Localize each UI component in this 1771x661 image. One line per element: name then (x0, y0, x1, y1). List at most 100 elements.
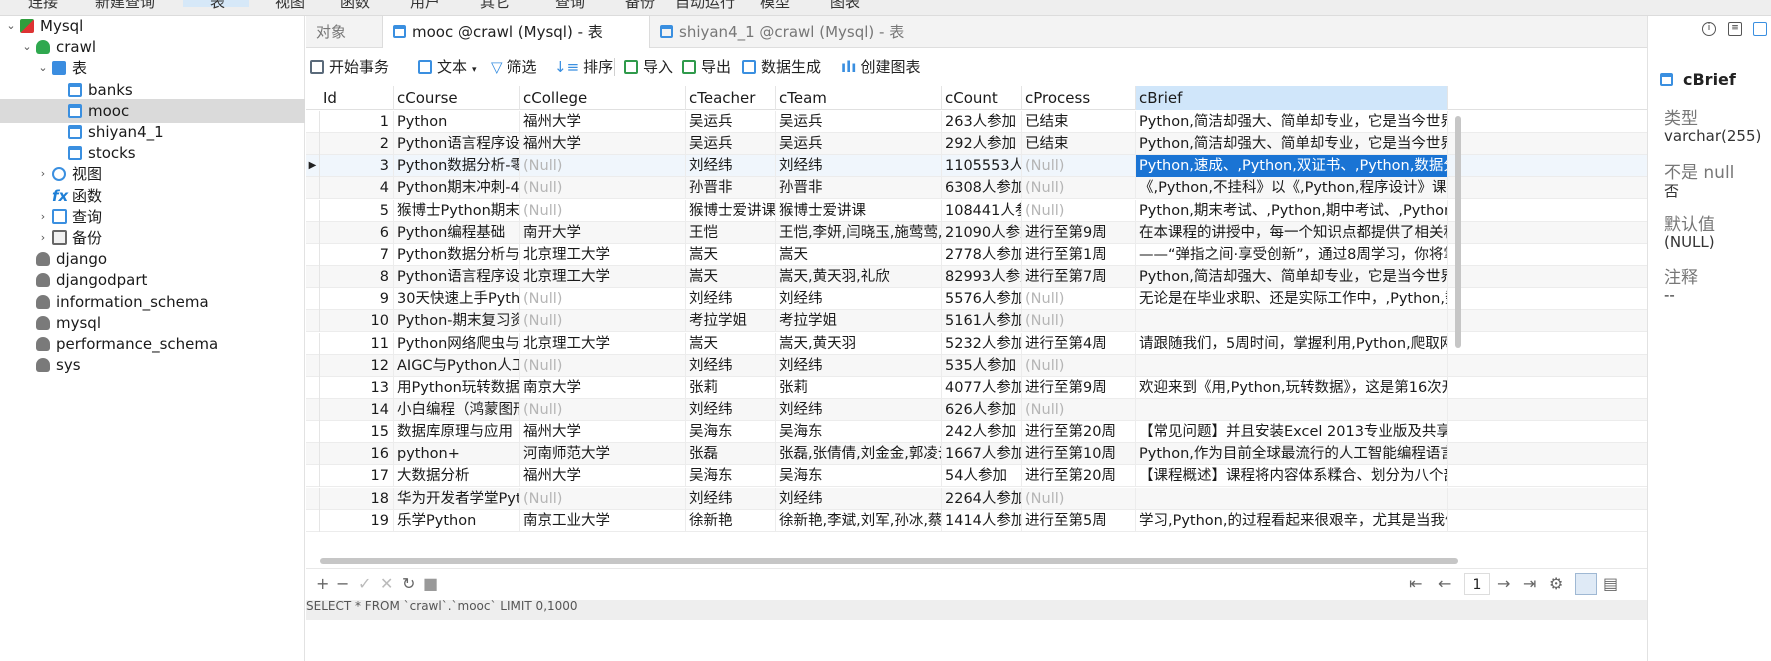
menu-item-0[interactable]: 连接 (28, 0, 58, 12)
table-row[interactable]: 2Python语言程序设计福州大学吴运兵吴运兵292人参加已结束Python,简… (306, 133, 1647, 156)
cell-ccollege[interactable]: (Null) (520, 155, 686, 178)
table-row[interactable]: 6Python编程基础南开大学王恺王恺,李妍,闫晓玉,施莺莺,李君21090人参… (306, 221, 1647, 244)
cell-id[interactable]: 5 (320, 199, 394, 222)
cell-cbrief[interactable]: Python,作为目前全球最流行的人工智能编程语言，深受广 (1136, 443, 1448, 466)
cell-cteam[interactable]: 吴运兵 (776, 111, 942, 133)
cell-ccount[interactable]: 242人参加 (942, 421, 1022, 444)
row-marker[interactable] (306, 398, 320, 421)
table-row[interactable]: 19乐学Python南京工业大学徐新艳徐新艳,李斌,刘军,孙冰,蔡源,1414人… (306, 509, 1647, 532)
cell-cprocess[interactable]: 进行至第10周 (1022, 443, 1136, 466)
cell-cprocess[interactable]: (Null) (1022, 288, 1136, 311)
table-row[interactable]: 18华为开发者学堂Python(Null)刘经纬刘经纬2264人参加(Null) (306, 487, 1647, 510)
cell-ccourse[interactable]: Python-期末复习资料 (394, 310, 520, 333)
cell-ccollege[interactable]: 北京理工大学 (520, 243, 686, 266)
cell-cbrief[interactable]: 无论是在毕业求职、还是实际工作中，,Python,数据分析都 (1136, 288, 1448, 311)
tab-objects[interactable]: 对象 (306, 16, 382, 48)
cell-cteacher[interactable]: 嵩天 (686, 332, 776, 355)
cell-ccollege[interactable]: 北京理工大学 (520, 332, 686, 355)
cell-cprocess[interactable]: 进行至第4周 (1022, 332, 1136, 355)
cell-cbrief[interactable]: Python,简洁却强大、简单却专业，它是当今世界最受欢迎的 (1136, 111, 1448, 133)
cell-id[interactable]: 19 (320, 509, 394, 532)
cell-cteacher[interactable]: 吴海东 (686, 465, 776, 488)
cell-ccourse[interactable]: Python语言程序设计 (394, 266, 520, 289)
cell-cteacher[interactable]: 张莉 (686, 376, 776, 399)
cell-ccount[interactable]: 5232人参加 (942, 332, 1022, 355)
menu-item-6[interactable]: 其它 (480, 0, 510, 12)
cell-cbrief[interactable]: Python,简洁却强大、简单却专业，它是当今世界最受欢迎的 (1136, 133, 1448, 156)
cell-cbrief[interactable] (1136, 487, 1448, 510)
cell-cteam[interactable]: 吴海东 (776, 421, 942, 444)
cell-ccollege[interactable]: (Null) (520, 398, 686, 421)
cell-ccount[interactable]: 54人参加 (942, 465, 1022, 488)
column-header-ccount[interactable]: cCount (942, 86, 1022, 110)
row-marker[interactable] (306, 221, 320, 244)
cell-ccollege[interactable]: (Null) (520, 354, 686, 377)
cell-cprocess[interactable]: 已结束 (1022, 111, 1136, 133)
cell-cbrief[interactable]: 欢迎来到《用,Python,玩转数据》，这是第16次开课，大 (1136, 376, 1448, 399)
table-row[interactable]: ▶3Python数据分析-零基础(Null)刘经纬刘经纬1105553人参加(N… (306, 155, 1647, 178)
cell-ccount[interactable]: 1667人参加 (942, 443, 1022, 466)
menu-item-8[interactable]: 备份 (625, 0, 655, 12)
cell-ccourse[interactable]: Python语言程序设计 (394, 133, 520, 156)
cell-cteam[interactable]: 嵩天,黄天羽 (776, 332, 942, 355)
row-marker[interactable] (306, 487, 320, 510)
column-header-cbrief[interactable]: cBrief (1136, 86, 1448, 110)
cell-ccount[interactable]: 2778人参加 (942, 243, 1022, 266)
cell-cteacher[interactable]: 吴海东 (686, 421, 776, 444)
delete-record-icon[interactable]: − (336, 569, 349, 599)
cell-cteacher[interactable]: 吴运兵 (686, 133, 776, 156)
cell-ccourse[interactable]: 数据库原理与应用 (394, 421, 520, 444)
cell-id[interactable]: 9 (320, 288, 394, 311)
cell-ccount[interactable]: 292人参加 (942, 133, 1022, 156)
first-page-icon[interactable]: ⇤ (1409, 569, 1422, 599)
column-header-cprocess[interactable]: cProcess (1022, 86, 1136, 110)
cell-cteacher[interactable]: 吴运兵 (686, 111, 776, 133)
form-view-icon[interactable]: ▤ (1603, 569, 1618, 599)
cell-id[interactable]: 14 (320, 398, 394, 421)
cell-cprocess[interactable]: (Null) (1022, 487, 1136, 510)
ddl-icon[interactable]: ≡ (1728, 22, 1742, 36)
table-row[interactable]: 7Python数据分析与展示北京理工大学嵩天嵩天2778人参加进行至第1周——“… (306, 243, 1647, 266)
row-marker[interactable] (306, 443, 320, 466)
cell-cprocess[interactable]: (Null) (1022, 177, 1136, 200)
cell-id[interactable]: 1 (320, 111, 394, 133)
cell-ccount[interactable]: 626人参加 (942, 398, 1022, 421)
cell-cteam[interactable]: 刘经纬 (776, 155, 942, 178)
cell-id[interactable]: 10 (320, 310, 394, 333)
cell-cteacher[interactable]: 考拉学姐 (686, 310, 776, 333)
cell-cteam[interactable]: 刘经纬 (776, 288, 942, 311)
cell-cteacher[interactable]: 张磊 (686, 443, 776, 466)
menu-item-3[interactable]: 视图 (275, 0, 305, 12)
cell-ccollege[interactable]: (Null) (520, 310, 686, 333)
row-marker[interactable] (306, 465, 320, 488)
cell-ccourse[interactable]: 乐学Python (394, 509, 520, 532)
filter-button[interactable]: ▽ 筛选 (491, 52, 537, 82)
cell-ccollege[interactable]: (Null) (520, 487, 686, 510)
table-row[interactable]: 4Python期末冲刺-4小时(Null)孙晋非孙晋非6308人参加(Null)… (306, 177, 1647, 200)
table-row[interactable]: 12AIGC与Python人工智能(Null)刘经纬刘经纬535人参加(Null… (306, 354, 1647, 377)
cell-cbrief[interactable]: ——“弹指之间·享受创新”，通过8周学习，你将掌握利用,P (1136, 243, 1448, 266)
menu-item-4[interactable]: 函数 (340, 0, 370, 12)
cell-ccourse[interactable]: Python期末冲刺-4小时 (394, 177, 520, 200)
cell-ccollege[interactable]: 河南师范大学 (520, 443, 686, 466)
cell-cbrief[interactable]: Python,期末考试、,Python,期中考试、,Python,开学补考 (1136, 199, 1448, 222)
cell-ccourse[interactable]: AIGC与Python人工智能 (394, 354, 520, 377)
cell-ccollege[interactable]: (Null) (520, 177, 686, 200)
cell-cteam[interactable]: 刘经纬 (776, 354, 942, 377)
previous-page-icon[interactable]: ← (1438, 569, 1451, 599)
cell-ccollege[interactable]: 南开大学 (520, 221, 686, 244)
cell-ccourse[interactable]: Python数据分析与展示 (394, 243, 520, 266)
cell-ccourse[interactable]: python+ (394, 443, 520, 466)
column-header-id[interactable]: Id (320, 86, 394, 110)
cell-cbrief[interactable]: 《,Python,不挂科》以《,Python,程序设计》课程必考知识 (1136, 177, 1448, 200)
table-row[interactable]: 11Python网络爬虫与信息提取北京理工大学嵩天嵩天,黄天羽5232人参加进行… (306, 332, 1647, 355)
stop-icon[interactable]: ■ (423, 569, 438, 599)
menu-item-5[interactable]: 用户 (410, 0, 440, 12)
column-header-ccollege[interactable]: cCollege (520, 86, 686, 110)
row-marker[interactable] (306, 354, 320, 377)
cell-ccollege[interactable]: (Null) (520, 288, 686, 311)
cell-ccollege[interactable]: 福州大学 (520, 133, 686, 156)
cell-cbrief[interactable]: Python,速成、,Python,双证书、,Python,数据分析、,Pyth… (1136, 155, 1448, 178)
cell-cteam[interactable]: 张莉 (776, 376, 942, 399)
cell-ccollege[interactable]: (Null) (520, 199, 686, 222)
